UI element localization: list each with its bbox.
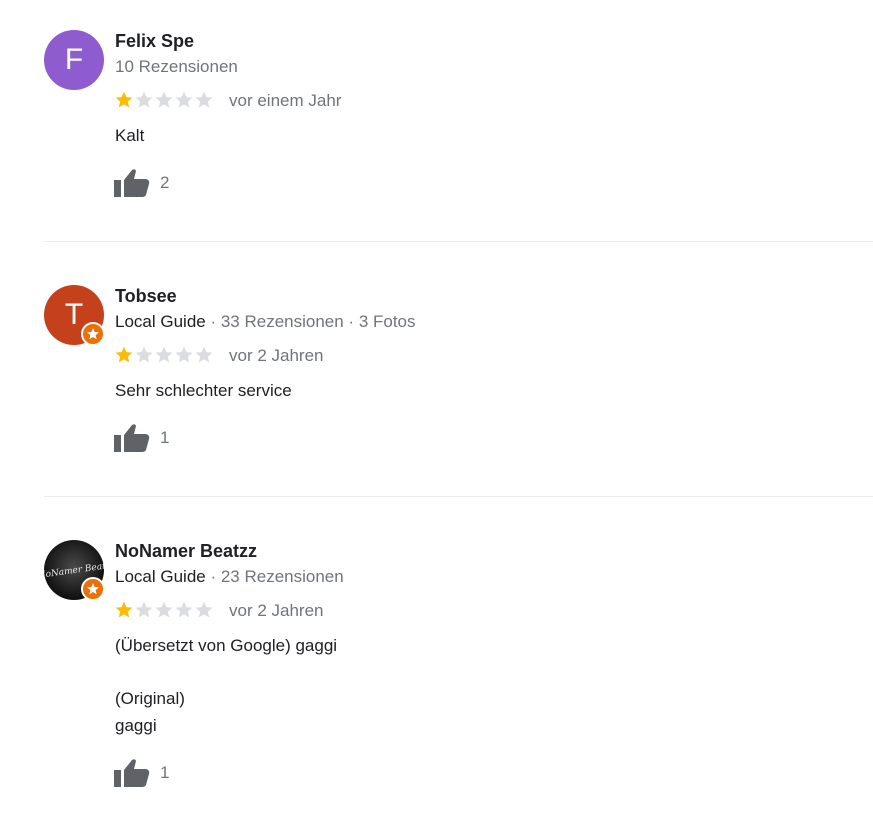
star-filled-icon [115, 601, 133, 618]
star-empty-icon [155, 601, 173, 618]
star-filled-icon [115, 346, 133, 363]
review-date: vor 2 Jahren [229, 346, 324, 365]
like-button[interactable]: 1 [114, 423, 169, 453]
reviewer-meta[interactable]: 10 Rezensionen [115, 57, 238, 77]
reviewer-meta[interactable]: Local Guide · 23 Rezensionen [115, 567, 344, 587]
divider [44, 241, 873, 242]
divider [44, 496, 873, 497]
star-empty-icon [135, 346, 153, 363]
star-empty-icon [195, 601, 213, 618]
star-empty-icon [155, 91, 173, 108]
reviewer-name[interactable]: Felix Spe [115, 31, 194, 52]
star-empty-icon [175, 346, 193, 363]
local-guide-badge-icon [81, 322, 105, 346]
review-original-label: (Original) [115, 689, 185, 708]
local-guide-label: Local Guide [115, 567, 206, 586]
local-guide-badge-icon [81, 577, 105, 601]
star-empty-icon [135, 91, 153, 108]
star-empty-icon [195, 91, 213, 108]
reviewer-name[interactable]: NoNamer Beatzz [115, 541, 257, 562]
reviewer-meta-stats: 10 Rezensionen [115, 57, 238, 76]
local-guide-label: Local Guide [115, 312, 206, 331]
avatar-initial: F [44, 30, 104, 90]
like-count: 1 [160, 763, 170, 782]
star-rating [114, 600, 214, 620]
review-text: (Übersetzt von Google) gaggi [115, 636, 338, 655]
reviewer-meta[interactable]: Local Guide · 33 Rezensionen · 3 Fotos [115, 312, 416, 332]
review-text: Kalt [115, 126, 145, 145]
star-filled-icon [115, 91, 133, 108]
star-empty-icon [135, 601, 153, 618]
avatar[interactable]: F [44, 30, 104, 90]
reviewer-meta-stats: · 23 Rezensionen [205, 567, 344, 586]
like-button[interactable]: 1 [114, 758, 169, 788]
star-empty-icon [175, 601, 193, 618]
thumbs-up-icon [114, 169, 150, 197]
review-date: vor einem Jahr [229, 91, 342, 110]
thumbs-up-icon [114, 424, 150, 452]
avatar[interactable]: NoNamer Beatz [44, 540, 105, 601]
review-original-text: gaggi [115, 716, 157, 735]
like-count: 1 [160, 428, 170, 447]
avatar[interactable]: T [44, 285, 105, 346]
star-empty-icon [195, 346, 213, 363]
reviewer-meta-stats: · 33 Rezensionen · 3 Fotos [205, 312, 416, 331]
like-count: 2 [160, 173, 170, 192]
star-rating [114, 90, 214, 110]
star-rating [114, 345, 214, 365]
like-button[interactable]: 2 [114, 168, 169, 198]
review-date: vor 2 Jahren [229, 601, 324, 620]
review-text: Sehr schlechter service [115, 381, 292, 400]
star-empty-icon [175, 91, 193, 108]
reviewer-name[interactable]: Tobsee [115, 286, 177, 307]
star-empty-icon [155, 346, 173, 363]
thumbs-up-icon [114, 759, 150, 787]
